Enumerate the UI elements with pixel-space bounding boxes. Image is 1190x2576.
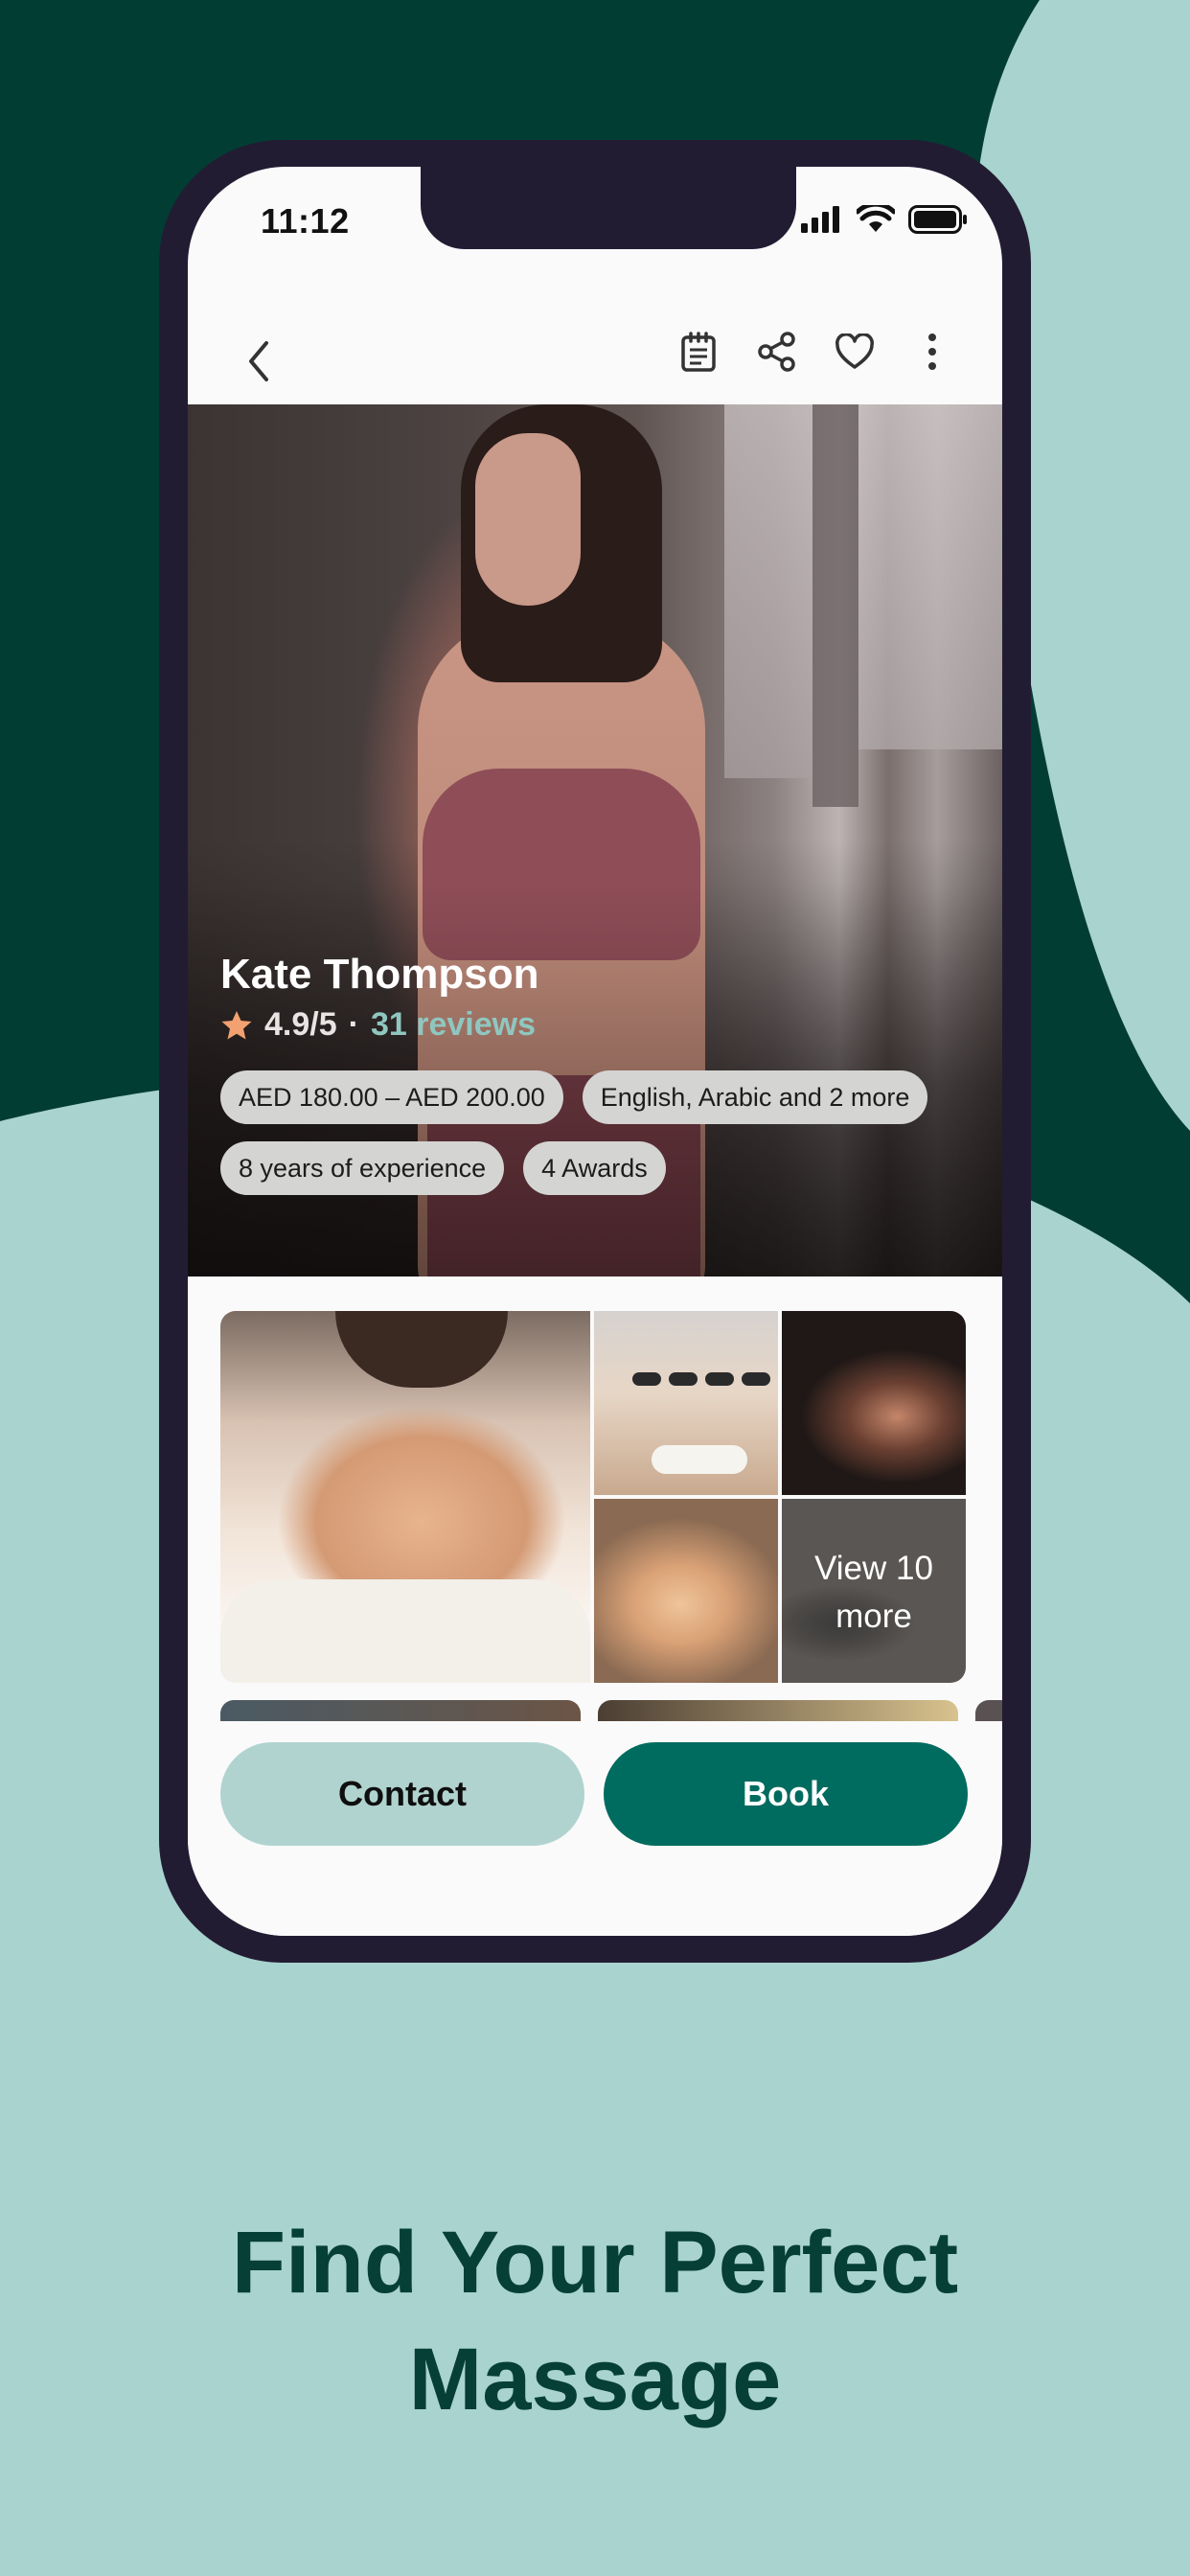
- phone-screen: 11:12 Kate Thompson 4.9/5 · 31 reviews A…: [188, 167, 1002, 1936]
- contact-button[interactable]: Contact: [220, 1742, 584, 1846]
- status-time: 11:12: [261, 201, 350, 241]
- rating-row: 4.9/5 · 31 reviews: [220, 1006, 536, 1044]
- profile-chips: AED 180.00 – AED 200.00 English, Arabic …: [220, 1070, 977, 1195]
- gallery-image-back-massage[interactable]: [220, 1311, 590, 1683]
- photo-gallery: View 10 more: [220, 1311, 966, 1683]
- gallery-image-neck-massage[interactable]: [594, 1499, 778, 1683]
- wifi-icon: [857, 205, 895, 232]
- view-more-label: View 10 more: [814, 1550, 933, 1635]
- phone-notch: [421, 167, 796, 249]
- gallery-image-detail: [652, 1445, 747, 1474]
- more-vertical-icon: [928, 334, 936, 370]
- favorite-button[interactable]: [821, 318, 888, 385]
- notepad-icon: [681, 332, 716, 372]
- experience-chip: 8 years of experience: [220, 1141, 505, 1195]
- back-chevron-icon: [249, 341, 268, 381]
- view-more-photos-button[interactable]: View 10 more: [782, 1499, 966, 1683]
- headline-line-1: Find Your Perfect: [231, 2214, 959, 2312]
- gallery-image-hot-stones[interactable]: [594, 1311, 778, 1495]
- rating-separator: ·: [348, 1006, 359, 1043]
- gallery-image-detail: [705, 1372, 734, 1386]
- heart-icon: [835, 334, 874, 369]
- profile-hero: Kate Thompson 4.9/5 · 31 reviews AED 180…: [188, 404, 1002, 1276]
- gallery-image-detail: [220, 1579, 590, 1683]
- cellular-signal-icon: [801, 206, 839, 233]
- languages-chip: English, Arabic and 2 more: [582, 1070, 928, 1124]
- rating-value: 4.9/5: [264, 1006, 337, 1043]
- notes-button[interactable]: [665, 318, 732, 385]
- gallery-image-detail: [742, 1372, 770, 1386]
- gallery-image-detail: [335, 1311, 508, 1388]
- back-button[interactable]: [226, 328, 293, 395]
- top-bar: [188, 310, 1002, 406]
- status-icons: [801, 205, 968, 234]
- book-button[interactable]: Book: [604, 1742, 968, 1846]
- therapist-name: Kate Thompson: [220, 951, 539, 998]
- battery-icon: [908, 205, 967, 234]
- reviews-link[interactable]: 31 reviews: [371, 1006, 536, 1044]
- more-options-button[interactable]: [899, 318, 966, 385]
- gallery-image-detail: [632, 1372, 661, 1386]
- gallery-image-oil[interactable]: [782, 1311, 966, 1495]
- awards-chip: 4 Awards: [523, 1141, 666, 1195]
- promo-headline: Find Your Perfect Massage: [0, 2204, 1190, 2438]
- share-icon: [758, 332, 795, 372]
- headline-line-2: Massage: [408, 2331, 782, 2428]
- price-chip: AED 180.00 – AED 200.00: [220, 1070, 563, 1124]
- star-icon: [221, 1010, 252, 1039]
- share-button[interactable]: [744, 318, 811, 385]
- bottom-action-bar: Contact Book: [188, 1721, 1002, 1936]
- gallery-image-detail: [669, 1372, 698, 1386]
